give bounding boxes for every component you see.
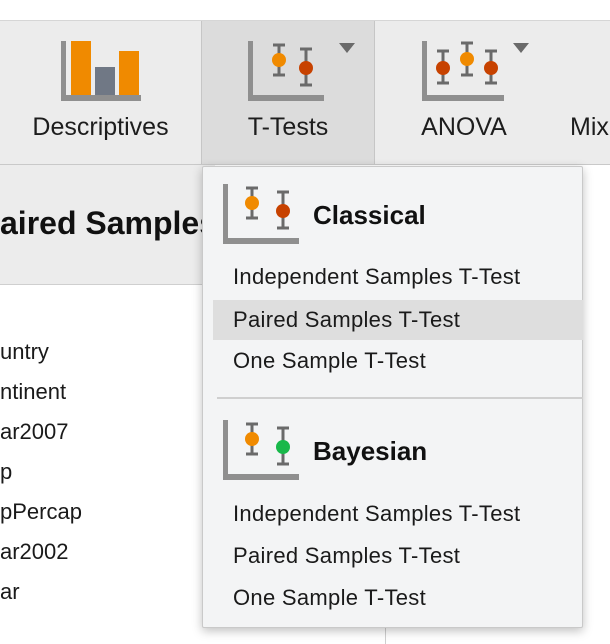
t-tests-dropdown-menu: Classical Independent Samples T-Test Pai… <box>202 166 583 628</box>
anova-button[interactable]: ANOVA <box>375 21 553 164</box>
variable-item[interactable]: untry <box>0 339 49 365</box>
menu-item-bayesian-independent-t-test[interactable]: Independent Samples T-Test <box>213 494 583 534</box>
panel-title: aired Samples <box>0 205 217 241</box>
anova-label: ANOVA <box>421 113 507 141</box>
menu-item-classical-one-sample-t-test[interactable]: One Sample T-Test <box>213 341 583 381</box>
menu-item-classical-independent-t-test[interactable]: Independent Samples T-Test <box>213 257 583 297</box>
menu-item-bayesian-one-sample-t-test[interactable]: One Sample T-Test <box>213 578 583 618</box>
menu-item-bayesian-paired-t-test[interactable]: Paired Samples T-Test <box>213 536 583 576</box>
ribbon-toolbar: Descriptives T-Tests ANOVA Mix <box>0 20 610 165</box>
variable-item[interactable]: ar2007 <box>0 419 69 445</box>
classical-group-title: Classical <box>313 200 426 230</box>
anova-icon <box>422 41 504 101</box>
bayesian-group-header: Bayesian <box>203 418 582 482</box>
analysis-panel-header: aired Samples <box>0 165 217 285</box>
variable-item[interactable]: ar2002 <box>0 539 69 565</box>
t-tests-dropdown-caret-icon <box>339 43 355 53</box>
t-tests-icon <box>248 41 324 101</box>
window-top-strip <box>0 0 610 20</box>
variable-item[interactable]: ar <box>0 579 20 605</box>
variable-item[interactable]: p <box>0 459 12 485</box>
descriptives-bar-chart-icon <box>61 41 141 101</box>
descriptives-button[interactable]: Descriptives <box>0 21 201 164</box>
bayesian-group-title: Bayesian <box>313 436 428 466</box>
variable-item[interactable]: pPercap <box>0 499 82 525</box>
bayesian-t-test-icon <box>223 420 299 480</box>
variable-item[interactable]: ntinent <box>0 379 66 405</box>
classical-t-test-icon <box>223 184 299 244</box>
menu-item-classical-paired-t-test[interactable]: Paired Samples T-Test <box>213 300 583 340</box>
descriptives-label: Descriptives <box>32 113 169 141</box>
menu-separator <box>217 397 583 399</box>
t-tests-button[interactable]: T-Tests <box>201 21 375 164</box>
mixed-models-button[interactable]: Mix <box>553 21 610 164</box>
anova-dropdown-caret-icon <box>513 43 529 53</box>
classical-group-header: Classical <box>203 182 582 246</box>
t-tests-label: T-Tests <box>247 113 329 141</box>
mixed-models-label: Mix <box>570 113 609 141</box>
